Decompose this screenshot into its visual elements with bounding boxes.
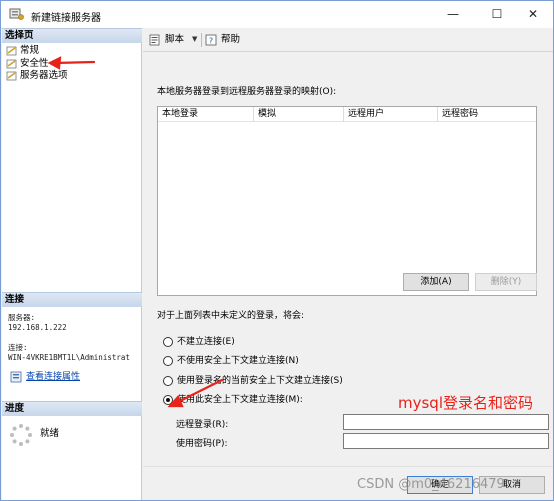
- connection-label: 连接:: [8, 343, 28, 352]
- view-connection-properties-label: 查看连接属性: [26, 372, 81, 382]
- option-this-security-context[interactable]: 使用此安全上下文建立连接(M):: [163, 394, 303, 406]
- remove-button[interactable]: 删除(Y): [475, 273, 537, 291]
- option-no-connection[interactable]: 不建立连接(E): [163, 336, 235, 348]
- progress-status: 就绪: [40, 428, 60, 439]
- sidebar-item-label: 常规: [20, 45, 40, 56]
- sidebar-item-label: 服务器选项: [20, 70, 68, 81]
- undefined-logins-label: 对于上面列表中未定义的登录，将会:: [157, 311, 305, 321]
- radio-button-selected: [163, 395, 173, 405]
- watermark: CSDN @m0_46216479: [357, 477, 505, 492]
- toolbar: 脚本 ▼ ? 帮助: [143, 28, 553, 52]
- radio-button: [163, 337, 173, 347]
- column-header[interactable]: 远程用户: [344, 107, 438, 122]
- login-mapping-label: 本地服务器登录到远程服务器登录的映射(O):: [157, 87, 337, 97]
- page-icon: [6, 59, 17, 69]
- sidebar-item-label: 安全性: [20, 58, 49, 69]
- new-linked-server-dialog: 新建链接服务器 — ☐ ✕ 选择页 常规 安全性 服务器选项 连接 服务器: 1…: [0, 0, 554, 501]
- option-label: 不使用安全上下文建立连接(N): [177, 356, 299, 366]
- option-label: 使用登录名的当前安全上下文建立连接(S): [177, 376, 343, 386]
- help-label: 帮助: [221, 34, 241, 45]
- script-label: 脚本: [165, 34, 185, 45]
- server-value: 192.168.1.222: [8, 323, 67, 332]
- view-connection-properties-link[interactable]: 查看连接属性: [8, 371, 80, 383]
- chevron-down-icon[interactable]: ▼: [192, 35, 197, 43]
- script-button[interactable]: 脚本: [149, 33, 184, 47]
- minimize-icon: —: [447, 7, 459, 21]
- server-label: 服务器:: [8, 313, 36, 322]
- radio-button: [163, 376, 173, 386]
- password-label: 使用密码(P):: [176, 439, 228, 449]
- connection-header: 连接: [2, 292, 142, 307]
- close-button[interactable]: ✕: [513, 1, 553, 28]
- column-header[interactable]: 本地登录: [158, 107, 254, 122]
- svg-text:?: ?: [209, 37, 213, 46]
- column-header[interactable]: 模拟: [254, 107, 344, 122]
- toolbar-divider: [201, 33, 202, 47]
- linked-server-icon: [9, 8, 24, 20]
- remote-login-label: 远程登录(R):: [176, 420, 229, 430]
- maximize-button[interactable]: ☐: [477, 1, 517, 28]
- connection-value: WIN-4VKRE1BMT1L\Administrat: [8, 353, 130, 362]
- page-icon: [6, 71, 17, 81]
- sidebar-item-server-options[interactable]: 服务器选项: [6, 70, 68, 82]
- left-panel: 选择页 常规 安全性 服务器选项 连接 服务器: 192.168.1.222 连…: [2, 28, 142, 500]
- sidebar-item-general[interactable]: 常规: [6, 45, 39, 57]
- progress-spinner-icon: [10, 424, 32, 446]
- option-label: 不建立连接(E): [177, 337, 235, 347]
- maximize-icon: ☐: [491, 7, 503, 21]
- sidebar-item-security[interactable]: 安全性: [6, 58, 49, 70]
- help-icon: ?: [205, 34, 217, 46]
- option-current-security-context[interactable]: 使用登录名的当前安全上下文建立连接(S): [163, 375, 343, 387]
- properties-icon: [10, 371, 22, 383]
- option-label: 使用此安全上下文建立连接(M):: [177, 395, 303, 405]
- column-header[interactable]: 远程密码: [438, 107, 536, 122]
- minimize-button[interactable]: —: [433, 1, 473, 28]
- remote-login-input[interactable]: [343, 414, 549, 430]
- annotation-text: mysql登录名和密码: [398, 394, 533, 412]
- grid-header: 本地登录 模拟 远程用户 远程密码: [158, 107, 536, 122]
- radio-button: [163, 356, 173, 366]
- window-title: 新建链接服务器: [31, 13, 101, 24]
- select-page-header: 选择页: [2, 28, 142, 43]
- password-input[interactable]: [343, 433, 549, 449]
- close-icon: ✕: [527, 7, 539, 21]
- option-no-security-context[interactable]: 不使用安全上下文建立连接(N): [163, 355, 299, 367]
- add-button[interactable]: 添加(A): [403, 273, 469, 291]
- page-icon: [6, 46, 17, 56]
- title-bar: 新建链接服务器 — ☐ ✕: [1, 1, 553, 28]
- login-mapping-grid[interactable]: 本地登录 模拟 远程用户 远程密码: [157, 106, 537, 296]
- script-icon: [149, 34, 160, 46]
- progress-header: 进度: [2, 401, 142, 416]
- help-button[interactable]: ? 帮助: [205, 33, 240, 47]
